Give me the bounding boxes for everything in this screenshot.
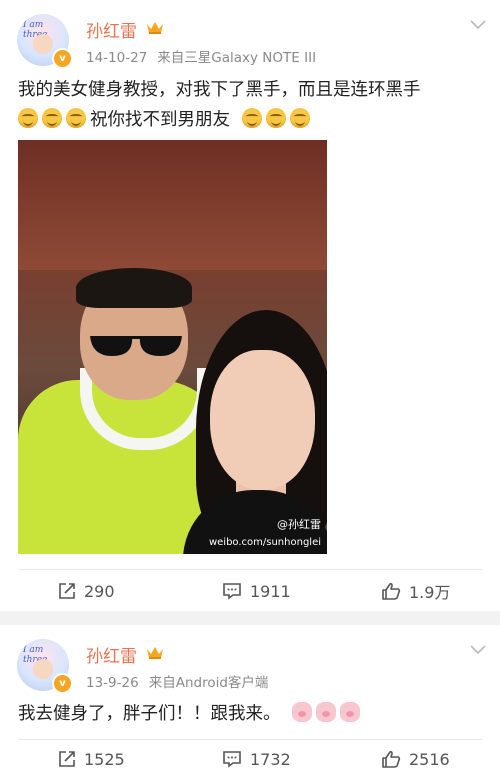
- grin-emoji-icon: [18, 108, 38, 128]
- grin-emoji-icon: [66, 108, 86, 128]
- photo-watermark-url: weibo.com/sunhonglei: [208, 537, 321, 548]
- avatar-face: [33, 659, 53, 679]
- weibo-post: I am three v 孙红雷 13-9-26 来自Android客户端 我去健…: [0, 625, 500, 779]
- post-text-segment: 我去健身了，胖子们！！跟我来。: [18, 704, 281, 724]
- pig-emoji-icon: [292, 702, 313, 722]
- verified-badge-icon: v: [52, 673, 73, 694]
- pig-emoji-icon: [340, 702, 361, 722]
- repost-count: 290: [84, 581, 115, 601]
- divider: [18, 739, 482, 740]
- avatar-face: [33, 34, 53, 54]
- repost-icon: [59, 751, 75, 767]
- post-date: 14-10-27: [86, 50, 148, 66]
- photo-watermark-handle: @孙红雷: [277, 518, 321, 531]
- crown-icon: [147, 22, 163, 34]
- grin-emoji-icon: [42, 108, 62, 128]
- comment-count: 1911: [250, 581, 291, 601]
- thumbs-up-icon: [382, 750, 401, 768]
- photo-woman-face: [210, 350, 315, 490]
- post-meta: 13-9-26 来自Android客户端: [86, 671, 268, 691]
- username[interactable]: 孙红雷: [86, 642, 137, 667]
- comment-count: 1732: [250, 749, 291, 769]
- thumbs-up-icon: [382, 582, 401, 600]
- like-count: 1.9万: [409, 583, 451, 602]
- repost-button[interactable]: 290: [58, 576, 115, 606]
- post-source: 来自三星Galaxy NOTE III: [157, 50, 317, 66]
- grin-emoji-icon: [265, 108, 286, 128]
- comment-icon: [223, 751, 241, 768]
- sunglasses-icon: [90, 336, 182, 356]
- post-meta: 14-10-27 来自三星Galaxy NOTE III: [86, 46, 316, 66]
- comment-button[interactable]: 1732: [222, 744, 291, 774]
- repost-count: 1525: [84, 749, 125, 769]
- post-text-segment: 祝你找不到男朋友: [90, 110, 230, 130]
- post-actions: 290 1911 1.9万: [0, 576, 500, 606]
- repost-button[interactable]: 1525: [58, 744, 125, 774]
- post-text: 我去健身了，胖子们！！跟我来。: [18, 699, 486, 729]
- username[interactable]: 孙红雷: [86, 17, 137, 42]
- grin-emoji-icon: [241, 108, 262, 128]
- pig-emoji-icon: [316, 702, 337, 722]
- post-text-line: 祝你找不到男朋友: [18, 105, 486, 135]
- grin-emoji-icon: [289, 108, 310, 128]
- post-actions: 1525 1732 2516: [0, 744, 500, 774]
- repost-icon: [59, 583, 75, 599]
- photo-wall: [18, 140, 327, 270]
- photo-man-hair: [76, 268, 192, 308]
- post-text: 我的美女健身教授，对我下了黑手，而且是连环黑手 祝你找不到男朋友: [18, 75, 486, 135]
- like-button[interactable]: 1.9万: [381, 576, 450, 606]
- crown-icon: [147, 647, 163, 659]
- comment-button[interactable]: 1911: [222, 576, 291, 606]
- post-source: 来自Android客户端: [148, 675, 269, 691]
- post-photo[interactable]: @孙红雷 weibo.com/sunhonglei: [18, 140, 327, 554]
- chevron-down-icon[interactable]: [470, 20, 486, 30]
- verified-badge-icon: v: [52, 48, 73, 69]
- comment-icon: [223, 583, 241, 600]
- post-date: 13-9-26: [86, 675, 139, 691]
- divider: [18, 569, 482, 570]
- like-count: 2516: [409, 749, 450, 769]
- like-button[interactable]: 2516: [381, 744, 450, 774]
- chevron-down-icon[interactable]: [470, 645, 486, 655]
- weibo-post: I am three v 孙红雷 14-10-27 来自三星Galaxy NOTE…: [0, 0, 500, 611]
- post-text-line: 我的美女健身教授，对我下了黑手，而且是连环黑手: [18, 80, 421, 100]
